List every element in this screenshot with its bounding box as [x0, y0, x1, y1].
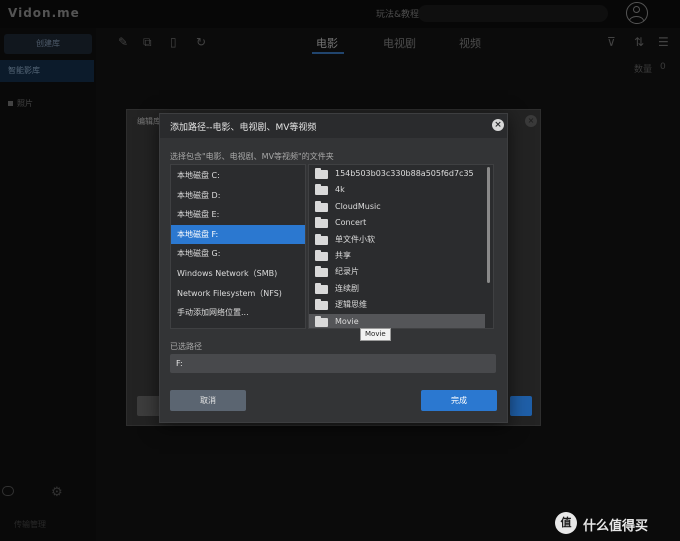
dialog-title: 添加路径--电影、电视剧、MV等视频 — [170, 123, 317, 133]
folder-label: Concert — [335, 218, 367, 228]
drive-item[interactable]: Windows Network（SMB) — [171, 264, 305, 283]
folder-icon — [315, 315, 328, 327]
folder-list: Movie 逻辑思维 连续剧 纪录片 共享 单文件小软 Concert CloudMusic 4… — [308, 164, 494, 329]
drive-item[interactable]: 本地磁盘 E: — [171, 205, 305, 224]
close-icon[interactable]: × — [492, 119, 504, 131]
drive-item[interactable]: 本地磁盘 C: — [171, 166, 305, 185]
drive-item[interactable]: 本地磁盘 G: — [171, 244, 305, 263]
folder-item[interactable]: Movie — [309, 313, 485, 328]
folder-item[interactable]: 纪录片 — [309, 264, 485, 280]
folder-icon — [315, 200, 328, 212]
folder-item[interactable]: 单文件小软 — [309, 232, 485, 248]
selected-path-field[interactable]: F: — [170, 354, 496, 373]
done-button[interactable]: 完成 — [421, 390, 497, 411]
folder-label: 共享 — [335, 251, 351, 260]
folder-item[interactable]: Concert — [309, 215, 485, 231]
folder-item[interactable]: 共享 — [309, 248, 485, 264]
edit-library-title: 编辑库 — [137, 117, 161, 126]
folder-icon — [315, 299, 328, 311]
folder-item[interactable]: 4k — [309, 182, 485, 198]
folder-instruction: 选择包含"电影、电视剧、MV等视频"的文件夹 — [170, 152, 334, 161]
drive-item[interactable]: 本地磁盘 D: — [171, 186, 305, 205]
folder-label: Movie — [335, 316, 359, 326]
folder-item[interactable]: 连续剧 — [309, 281, 485, 297]
drive-item[interactable]: Network Filesystem（NFS) — [171, 284, 305, 303]
close-icon[interactable]: × — [525, 115, 537, 127]
folder-scrollbar[interactable] — [485, 165, 493, 328]
folder-icon — [315, 266, 328, 278]
folder-icon — [315, 233, 328, 245]
folder-label: 纪录片 — [335, 267, 359, 277]
edit-library-save-button[interactable] — [510, 396, 532, 416]
folder-label: 逻辑思维 — [335, 300, 367, 310]
folder-icon — [315, 184, 328, 196]
cancel-button[interactable]: 取消 — [170, 390, 246, 411]
add-path-dialog: 添加路径--电影、电视剧、MV等视频 × 选择包含"电影、电视剧、MV等视频"的… — [159, 113, 508, 423]
selected-path-label: 已选路径 — [170, 342, 202, 351]
folder-icon — [315, 168, 328, 179]
folder-item[interactable]: 154b503b03c330b88a505f6d7c35 — [309, 166, 485, 182]
folder-icon — [315, 250, 328, 261]
folder-label: 连续剧 — [335, 283, 359, 293]
folder-icon — [315, 282, 328, 294]
folder-label: CloudMusic — [335, 201, 381, 211]
folder-item[interactable]: CloudMusic — [309, 199, 485, 215]
drive-item[interactable]: 手动添加网络位置... — [171, 303, 305, 322]
folder-item[interactable]: 逻辑思维 — [309, 297, 485, 313]
drive-list: 本地磁盘 C: 本地磁盘 D: 本地磁盘 E: 本地磁盘 F: 本地磁盘 G: Windo… — [170, 164, 306, 329]
folder-icon — [315, 217, 328, 229]
watermark-badge: 值 — [555, 512, 577, 534]
drive-item[interactable]: 本地磁盘 F: — [171, 224, 305, 244]
dialog-header: 添加路径--电影、电视剧、MV等视频 × — [160, 114, 507, 138]
folder-label: 单文件小软 — [335, 234, 375, 244]
folder-label: 154b503b03c330b88a505f6d7c35 — [335, 169, 474, 178]
watermark-text: 什么值得买 — [583, 519, 649, 534]
folder-tooltip: Movie — [360, 328, 391, 341]
folder-label: 4k — [335, 185, 345, 195]
scrollbar-thumb[interactable] — [487, 167, 490, 283]
